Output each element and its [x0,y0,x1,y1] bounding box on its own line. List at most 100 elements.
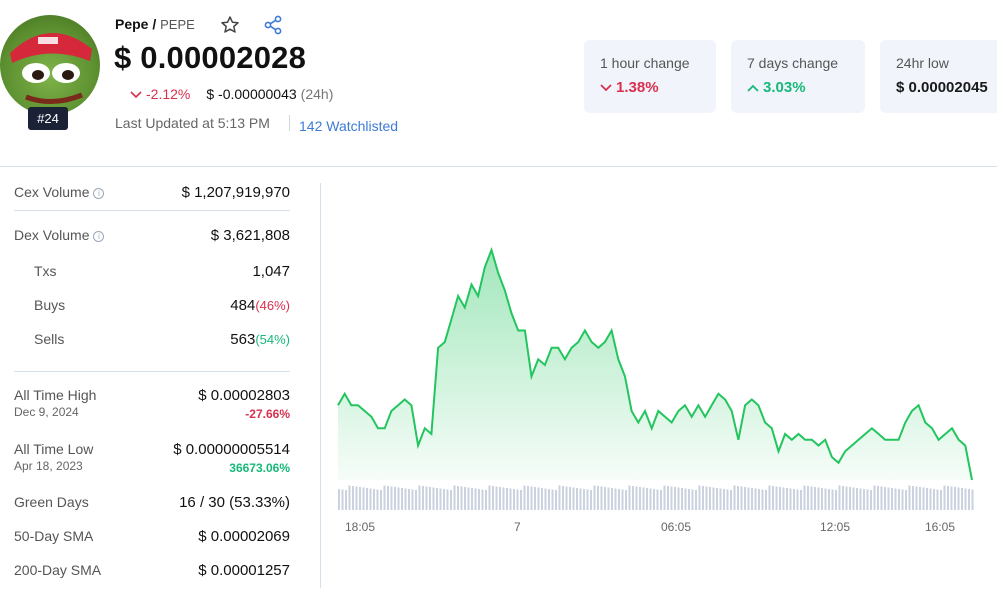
stat-green-days: Green Days 16 / 30 (53.33%) [14,494,290,511]
change-period: (24h) [300,86,334,102]
volume-bar [929,488,932,510]
volume-bar [933,489,935,510]
volume-bar [502,487,505,510]
last-updated: Last Updated at 5:13 PM [115,115,270,131]
card-value: 3.03% [763,79,806,96]
info-icon[interactable]: i [93,231,105,242]
volume-bar [523,485,526,510]
volume-bar [586,489,589,510]
volume-bar [366,488,368,510]
volume-bar [842,486,844,510]
volume-bar [656,489,659,510]
volume-bar [877,486,879,510]
volume-bar [565,486,568,510]
volume-bar [534,487,536,510]
volume-bar [653,489,655,510]
volume-bar [936,489,939,510]
volume-bar [572,487,575,510]
volume-bar [509,488,512,510]
volume-bar [740,486,743,510]
stats-panel: Cex Volume i $ 1,207,919,970 Dex Volume i … [14,172,290,584]
volume-bar [460,486,463,510]
volume-bar [852,487,855,510]
star-icon[interactable] [220,15,240,35]
volume-bar [828,489,830,510]
stat-all-time-high: All Time High Dec 9, 2024 $ 0.00002803 -27… [14,387,290,421]
card-24h-low: 24hr low $ 0.00002045 [880,40,997,113]
volume-bar [464,487,466,510]
volume-bar [376,489,379,510]
volume-bar [408,489,410,510]
volume-bar [359,487,361,510]
chart-divider [320,183,321,588]
coin-name: Pepe / [115,16,157,32]
chevron-up-icon [747,79,759,96]
price-chart[interactable] [330,240,975,510]
volume-bar [908,485,911,510]
volume-bar [394,487,396,510]
volume-bar [793,489,795,510]
volume-bar [562,486,564,510]
pepe-logo-icon [10,32,92,104]
volume-bar [660,490,662,510]
stat-all-time-low: All Time Low Apr 18, 2023 $ 0.00000005514… [14,441,290,475]
volume-bar [677,487,680,510]
x-tick: 12:05 [820,520,851,534]
volume-bar [901,489,904,510]
volume-bar [527,486,529,510]
volume-bar [751,488,753,510]
volume-bar [863,489,865,510]
volume-bar [768,485,771,510]
volume-bar [341,489,344,510]
volume-bar [971,489,974,510]
volume-bar [709,487,711,510]
volume-bar [639,487,641,510]
volume-bar [422,486,424,510]
volume-bar [723,489,725,510]
volume-bar [569,487,571,510]
volume-bars [338,485,974,510]
volume-bar [940,490,942,510]
volume-bar [635,486,638,510]
volume-bar [520,490,522,510]
x-tick: 18:05 [345,520,376,534]
volume-bar [733,485,736,510]
volume-bar [401,488,403,510]
volume-bar [348,485,351,510]
volume-bar [824,488,827,510]
volume-bar [355,486,358,510]
x-tick: 06:05 [661,520,692,534]
card-value: $ 0.00002045 [896,79,988,96]
volume-bar [803,485,806,510]
volume-bar [632,486,634,510]
volume-bar [404,488,407,510]
volume-bar [621,489,624,510]
volume-bar [887,487,890,510]
volume-bar [390,486,393,510]
volume-bar [590,490,592,510]
volume-bar [943,485,946,510]
change-24h-pct: -2.12% [146,86,191,102]
volume-bar [663,485,666,510]
x-tick: 16:05 [925,520,956,534]
volume-bar [961,488,963,510]
share-icon[interactable] [263,15,283,35]
card-label: 7 days change [747,55,839,71]
volume-bar [796,489,799,510]
info-icon[interactable]: i [93,188,105,199]
volume-bar [873,485,876,510]
volume-bar [730,490,732,510]
stat-sma-200: 200-Day SMA $ 0.00001257 [14,562,290,579]
volume-bar [488,485,491,510]
volume-bar [541,488,543,510]
volume-bar [831,489,834,510]
volume-bar [964,488,967,510]
volume-bar [457,486,459,510]
volume-bar [481,489,484,510]
volume-bar [814,487,816,510]
watchlisted-link[interactable]: 142 Watchlisted [299,118,398,134]
volume-bar [397,487,400,510]
volume-bar [719,488,722,510]
volume-bar [950,486,953,510]
volume-bar [467,487,470,510]
